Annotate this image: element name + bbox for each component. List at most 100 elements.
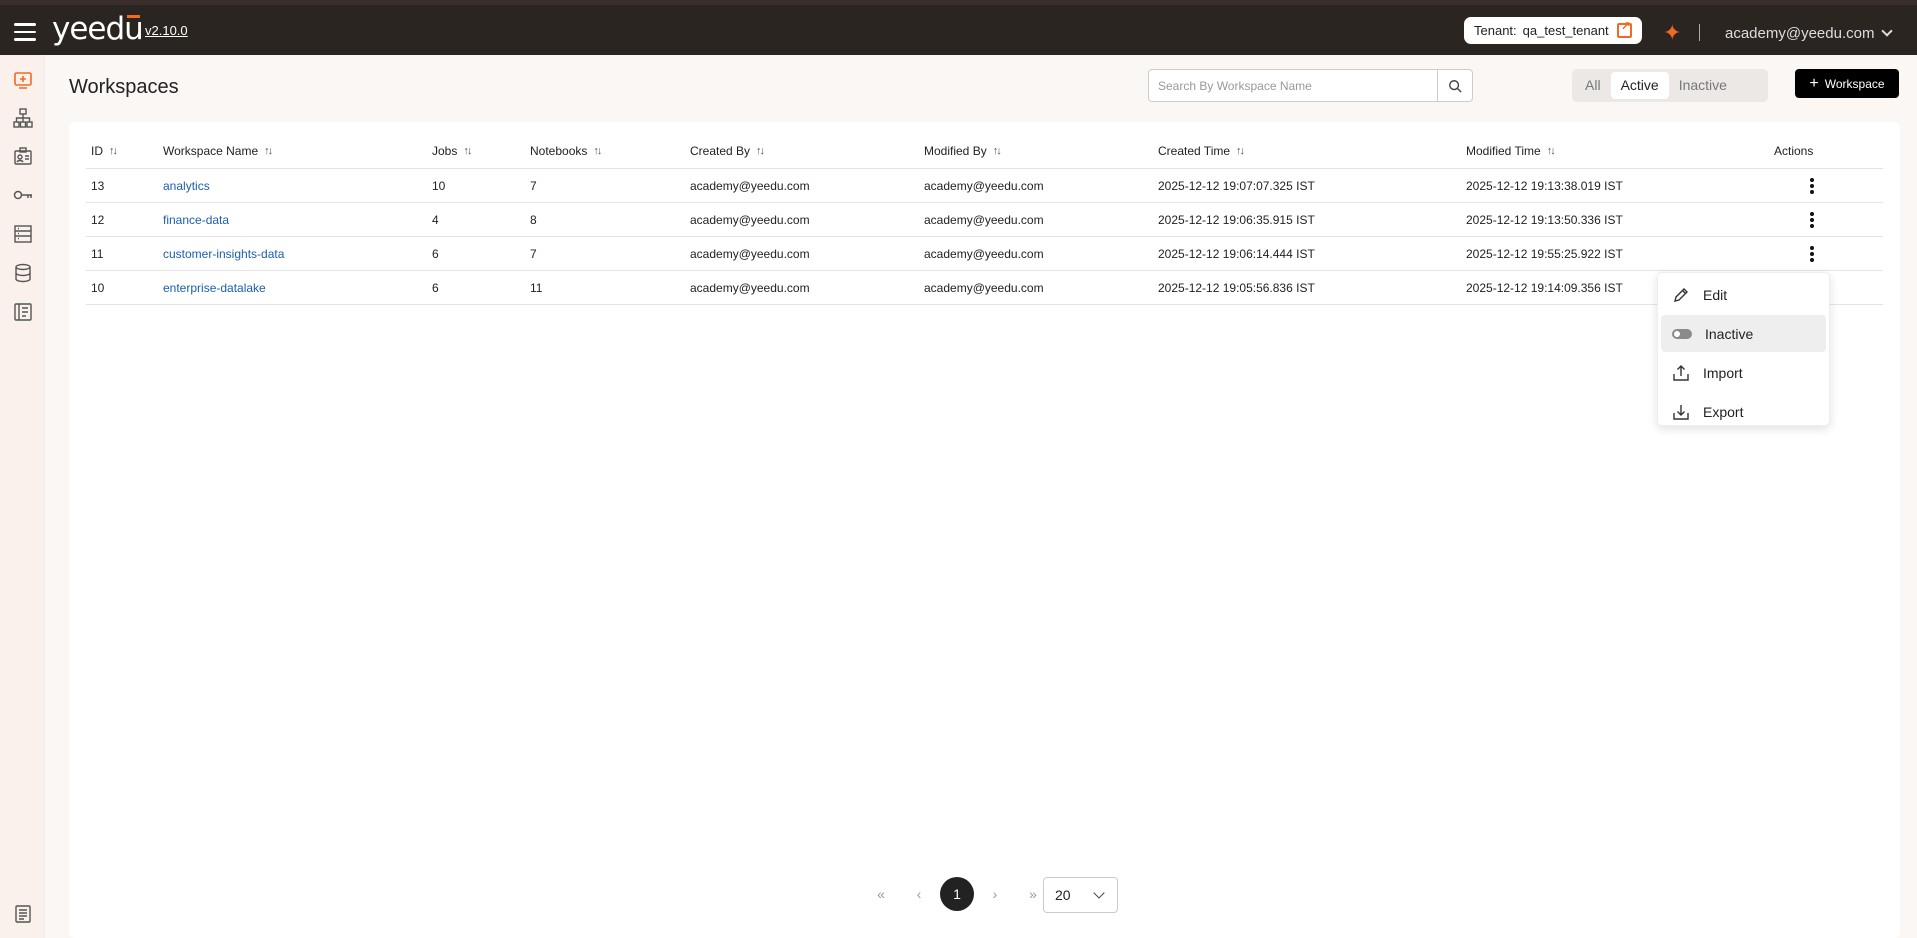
cell-modified-time: 2025-12-12 19:55:25.922 IST: [1466, 246, 1623, 261]
more-actions-icon[interactable]: [1806, 176, 1818, 196]
search-input[interactable]: [1148, 69, 1438, 102]
cell-created-time: 2025-12-12 19:05:56.836 IST: [1158, 280, 1315, 295]
add-workspace-button[interactable]: + Workspace: [1795, 69, 1899, 98]
sort-icon[interactable]: ↑↓: [1236, 145, 1245, 157]
top-bar: yeedu v2.10.0 Tenant: qa_test_tenant ✦ a…: [0, 0, 1917, 55]
cell-id: 11: [91, 246, 104, 261]
cell-id: 13: [91, 178, 105, 193]
search-icon: [1449, 79, 1462, 93]
cell-modified-time: 2025-12-12 19:13:38.019 IST: [1466, 178, 1623, 193]
cell-created-by: academy@yeedu.com: [690, 212, 810, 227]
header-modified-by[interactable]: Modified By ↑↓: [924, 144, 1158, 158]
tenant-label: Tenant:: [1474, 23, 1517, 38]
chevron-down-icon: [1881, 25, 1894, 37]
sort-icon[interactable]: ↑↓: [593, 145, 602, 157]
sidebar: [0, 55, 45, 938]
table-row: 11 customer-insights-data 6 7 academy@ye…: [86, 237, 1883, 271]
database-icon[interactable]: [13, 263, 33, 283]
key-icon[interactable]: [13, 185, 33, 203]
header-created-by[interactable]: Created By ↑↓: [690, 144, 924, 158]
row-actions-menu: Edit Inactive Import Export: [1657, 272, 1830, 426]
cell-created-by: academy@yeedu.com: [690, 246, 810, 261]
tenant-value: qa_test_tenant: [1522, 23, 1609, 38]
table-row: 10 enterprise-datalake 6 11 academy@yeed…: [86, 271, 1883, 305]
more-actions-icon[interactable]: [1806, 210, 1818, 230]
table-row: 13 analytics 10 7 academy@yeedu.com acad…: [86, 169, 1883, 203]
tenant-badge[interactable]: Tenant: qa_test_tenant: [1464, 17, 1642, 44]
header-workspace-name[interactable]: Workspace Name ↑↓: [163, 144, 432, 158]
cell-created-by: academy@yeedu.com: [690, 280, 810, 295]
sort-icon[interactable]: ↑↓: [1547, 145, 1556, 157]
header-actions: Actions: [1774, 144, 1814, 158]
plus-icon: +: [1809, 74, 1819, 92]
search-button[interactable]: [1437, 69, 1473, 102]
external-link-icon[interactable]: [1616, 19, 1632, 38]
spark-icon[interactable]: ✦: [1663, 22, 1681, 44]
main-content: Workspaces All Active Inactive + Workspa…: [46, 55, 1917, 938]
upload-icon: [1673, 364, 1689, 381]
cell-created-time: 2025-12-12 19:06:35.915 IST: [1158, 212, 1315, 227]
filter-inactive[interactable]: Inactive: [1669, 72, 1737, 99]
header-jobs[interactable]: Jobs ↑↓: [432, 144, 530, 158]
more-actions-icon[interactable]: [1806, 244, 1818, 264]
pagination: « ‹ 1 › »: [862, 877, 1052, 911]
status-filter: All Active Inactive: [1572, 69, 1768, 102]
cell-modified-by: academy@yeedu.com: [924, 178, 1044, 193]
cell-jobs: 6: [432, 246, 439, 261]
sort-icon[interactable]: ↑↓: [264, 145, 273, 157]
version-link[interactable]: v2.10.0: [145, 23, 188, 38]
cell-notebooks: 7: [530, 178, 537, 193]
sort-icon[interactable]: ↑↓: [109, 145, 118, 157]
hamburger-menu-icon[interactable]: [14, 23, 36, 41]
workspace-name-link[interactable]: enterprise-datalake: [163, 281, 432, 295]
sort-icon[interactable]: ↑↓: [463, 145, 472, 157]
workspace-name-link[interactable]: finance-data: [163, 213, 432, 227]
workspaces-table: ID ↑↓ Workspace Name ↑↓ Jobs ↑↓ Notebooks ↑↓…: [86, 134, 1883, 305]
menu-item-export[interactable]: Export: [1661, 393, 1826, 430]
cell-notebooks: 11: [530, 280, 543, 295]
cell-modified-time: 2025-12-12 19:13:50.336 IST: [1466, 212, 1623, 227]
header-created-time[interactable]: Created Time ↑↓: [1158, 144, 1466, 158]
page-size-value: 20: [1055, 887, 1071, 903]
workspace-name-link[interactable]: analytics: [163, 179, 432, 193]
table-row: 12 finance-data 4 8 academy@yeedu.com ac…: [86, 203, 1883, 237]
docs-icon[interactable]: [13, 904, 33, 923]
header-notebooks[interactable]: Notebooks ↑↓: [530, 144, 690, 158]
filter-active[interactable]: Active: [1610, 72, 1669, 99]
download-icon: [1673, 404, 1689, 420]
filter-all[interactable]: All: [1575, 72, 1611, 99]
cell-created-time: 2025-12-12 19:06:14.444 IST: [1158, 246, 1315, 261]
page-size-select[interactable]: 20: [1043, 877, 1118, 913]
yeedu-logo[interactable]: yeedu: [52, 11, 144, 47]
credentials-icon[interactable]: [13, 146, 33, 165]
header-divider: [1699, 24, 1700, 41]
cell-modified-by: academy@yeedu.com: [924, 280, 1044, 295]
current-page-button[interactable]: 1: [940, 877, 974, 911]
menu-item-edit[interactable]: Edit: [1661, 276, 1826, 313]
page-title: Workspaces: [69, 76, 179, 98]
cluster-icon[interactable]: [13, 108, 33, 128]
toggle-icon: [1672, 328, 1692, 339]
cell-jobs: 4: [432, 212, 439, 227]
prev-page-button[interactable]: ‹: [900, 886, 938, 902]
menu-item-inactive[interactable]: Inactive: [1661, 315, 1826, 352]
header-id[interactable]: ID ↑↓: [86, 144, 163, 158]
pencil-icon: [1674, 287, 1688, 302]
cell-id: 12: [91, 212, 105, 227]
workspace-icon[interactable]: [13, 70, 33, 89]
next-page-button[interactable]: ›: [976, 886, 1014, 902]
storage-icon[interactable]: [13, 224, 33, 243]
menu-item-import[interactable]: Import: [1661, 354, 1826, 391]
cell-jobs: 6: [432, 280, 439, 295]
user-email: academy@yeedu.com: [1725, 25, 1875, 42]
sort-icon[interactable]: ↑↓: [756, 145, 765, 157]
sort-icon[interactable]: ↑↓: [993, 145, 1002, 157]
first-page-button[interactable]: «: [862, 886, 900, 902]
workspace-name-link[interactable]: customer-insights-data: [163, 247, 432, 261]
header-modified-time[interactable]: Modified Time ↑↓: [1466, 144, 1774, 158]
cell-created-time: 2025-12-12 19:07:07.325 IST: [1158, 178, 1315, 193]
user-menu[interactable]: academy@yeedu.com: [1725, 25, 1894, 42]
billing-icon[interactable]: [13, 302, 33, 321]
cell-notebooks: 7: [530, 246, 537, 261]
cell-notebooks: 8: [530, 212, 537, 227]
